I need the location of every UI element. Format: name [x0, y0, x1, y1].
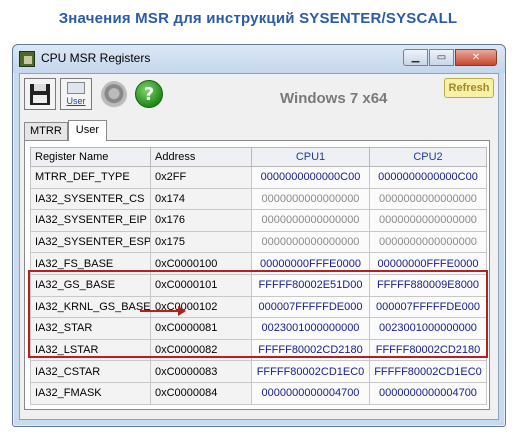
cpu1-value-cell[interactable]: FFFFF80002CD1EC0	[251, 360, 370, 383]
register-name-cell[interactable]: IA32_GS_BASE	[30, 273, 151, 297]
save-button[interactable]	[24, 78, 56, 110]
table-row[interactable]: IA32_SYSENTER_CS 0x174 0000000000000000 000…	[30, 187, 487, 211]
cpu1-value-cell[interactable]: FFFFF80002CD2180	[251, 338, 370, 362]
window-title: CPU MSR Registers	[41, 51, 151, 65]
register-name-cell[interactable]: IA32_FMASK	[30, 381, 151, 405]
address-cell[interactable]: 0x175	[150, 230, 252, 254]
cpu1-value-cell[interactable]: 0023001000000000	[251, 317, 370, 340]
close-button[interactable]: ✕	[455, 49, 497, 66]
cpu1-value-cell[interactable]: 0000000000004700	[251, 381, 370, 405]
arrow-icon	[140, 306, 186, 316]
register-name-cell[interactable]: IA32_SYSENTER_ESP	[30, 230, 151, 254]
help-icon: ?	[135, 80, 163, 108]
register-name-cell[interactable]: IA32_SYSENTER_CS	[30, 187, 151, 211]
table-row[interactable]: IA32_CSTAR 0xC0000083 FFFFF80002CD1EC0 FFFF…	[30, 360, 487, 383]
address-cell[interactable]: 0x174	[150, 187, 252, 211]
banner-title: Значения MSR для инструкций SYSENTER/SYS…	[58, 10, 458, 27]
cpu2-value-cell[interactable]: 0023001000000000	[369, 317, 487, 340]
table-row[interactable]: MTRR_DEF_TYPE 0x2FF 0000000000000C00 000000…	[30, 166, 487, 189]
cpu2-value-cell[interactable]: 0000000000000000	[369, 209, 487, 232]
cpu2-value-cell[interactable]: FFFFF880009E8000	[369, 273, 487, 297]
table-row[interactable]: IA32_KRNL_GS_BASE 0xC0000102 000007FFFFFDE…	[30, 295, 487, 319]
cpu1-value-cell[interactable]: 0000000000000000	[251, 209, 370, 232]
address-cell[interactable]: 0xC0000101	[150, 273, 252, 297]
cpu2-value-cell[interactable]: 0000000000000C00	[369, 166, 487, 189]
msr-table: Register Name Address CPU1 CPU2 MTRR_DEF…	[30, 147, 487, 405]
column-header-register-name[interactable]: Register Name	[30, 147, 151, 167]
cpu1-value-cell[interactable]: 00000000FFFE0000	[251, 252, 370, 275]
client-area: User ? Windows 7 x64 Refresh MTRR User ·…	[19, 73, 499, 420]
cpu1-value-cell[interactable]: FFFFF80002E51D00	[251, 273, 370, 297]
minimize-button[interactable]: ▁	[403, 49, 428, 66]
table-row[interactable]: IA32_SYSENTER_ESP 0x175 0000000000000000 00…	[30, 230, 487, 254]
msr-grid-panel: · · · · Register Name Address CPU1 CPU2 …	[24, 140, 490, 410]
address-cell[interactable]: 0xC0000081	[150, 317, 252, 340]
cpu2-value-cell[interactable]: 00000000FFFE0000	[369, 252, 487, 275]
cpu-msr-window: CPU MSR Registers ▁ ▭ ✕ User ? Windows 7…	[12, 44, 506, 427]
caption-buttons: ▁ ▭ ✕	[403, 49, 497, 67]
app-icon	[19, 51, 35, 67]
cpu1-value-cell[interactable]: 000007FFFFFDE000	[251, 295, 370, 319]
address-cell[interactable]: 0xC0000100	[150, 252, 252, 275]
cpu1-value-cell[interactable]: 0000000000000C00	[251, 166, 370, 189]
table-row[interactable]: IA32_SYSENTER_EIP 0x176 0000000000000000 00…	[30, 209, 487, 232]
cpu2-value-cell[interactable]: 0000000000004700	[369, 381, 487, 405]
refresh-button[interactable]: Refresh	[444, 78, 494, 98]
column-header-cpu2[interactable]: CPU2	[369, 147, 487, 167]
column-header-cpu1[interactable]: CPU1	[251, 147, 370, 167]
cpu1-value-cell[interactable]: 0000000000000000	[251, 187, 370, 211]
cpu2-value-cell[interactable]: FFFFF80002CD2180	[369, 338, 487, 362]
register-name-cell[interactable]: IA32_SYSENTER_EIP	[30, 209, 151, 232]
table-header-row: Register Name Address CPU1 CPU2	[30, 147, 487, 167]
register-name-cell[interactable]: IA32_CSTAR	[30, 360, 151, 383]
register-name-cell[interactable]: IA32_FS_BASE	[30, 252, 151, 275]
tab-user[interactable]: User	[67, 120, 108, 141]
tab-strip: MTRR User	[24, 120, 108, 141]
register-name-cell[interactable]: IA32_LSTAR	[30, 338, 151, 362]
table-row[interactable]: IA32_FS_BASE 0xC0000100 00000000FFFE0000 00…	[30, 252, 487, 275]
table-row[interactable]: IA32_STAR 0xC0000081 0023001000000000 00230…	[30, 317, 487, 340]
user-button[interactable]: User	[60, 78, 92, 110]
help-button[interactable]: ?	[132, 78, 164, 110]
register-name-cell[interactable]: MTRR_DEF_TYPE	[30, 166, 151, 189]
table-row[interactable]: IA32_GS_BASE 0xC0000101 FFFFF80002E51D00 FF…	[30, 273, 487, 297]
title-bar[interactable]: CPU MSR Registers ▁ ▭ ✕	[13, 45, 505, 73]
cpu1-value-cell[interactable]: 0000000000000000	[251, 230, 370, 254]
table-row[interactable]: IA32_FMASK 0xC0000084 0000000000004700 0000…	[30, 381, 487, 405]
cpu2-value-cell[interactable]: 000007FFFFFDE000	[369, 295, 487, 319]
address-cell[interactable]: 0x176	[150, 209, 252, 232]
address-cell[interactable]: 0xC0000084	[150, 381, 252, 405]
table-row[interactable]: IA32_LSTAR 0xC0000082 FFFFF80002CD2180 FFFF…	[30, 338, 487, 362]
cpu2-value-cell[interactable]: 0000000000000000	[369, 187, 487, 211]
user-button-label: User	[66, 96, 86, 106]
address-cell[interactable]: 0xC0000102	[150, 295, 252, 319]
table-body: MTRR_DEF_TYPE 0x2FF 0000000000000C00 000000…	[30, 166, 487, 405]
address-cell[interactable]: 0x2FF	[150, 166, 252, 189]
wizard-icon	[101, 81, 127, 109]
register-name-cell[interactable]: IA32_KRNL_GS_BASE	[30, 295, 151, 319]
floppy-disk-icon	[30, 84, 50, 105]
register-name-cell[interactable]: IA32_STAR	[30, 317, 151, 340]
address-cell[interactable]: 0xC0000082	[150, 338, 252, 362]
address-cell[interactable]: 0xC0000083	[150, 360, 252, 383]
cpu2-value-cell[interactable]: 0000000000000000	[369, 230, 487, 254]
cpu2-value-cell[interactable]: FFFFF80002CD1EC0	[369, 360, 487, 383]
column-header-address[interactable]: Address	[150, 147, 252, 167]
tab-mtrr[interactable]: MTRR	[24, 122, 68, 140]
wizard-button[interactable]	[96, 78, 128, 110]
user-icon	[67, 82, 85, 94]
maximize-button[interactable]: ▭	[429, 49, 454, 66]
os-label: Windows 7 x64	[280, 90, 388, 107]
